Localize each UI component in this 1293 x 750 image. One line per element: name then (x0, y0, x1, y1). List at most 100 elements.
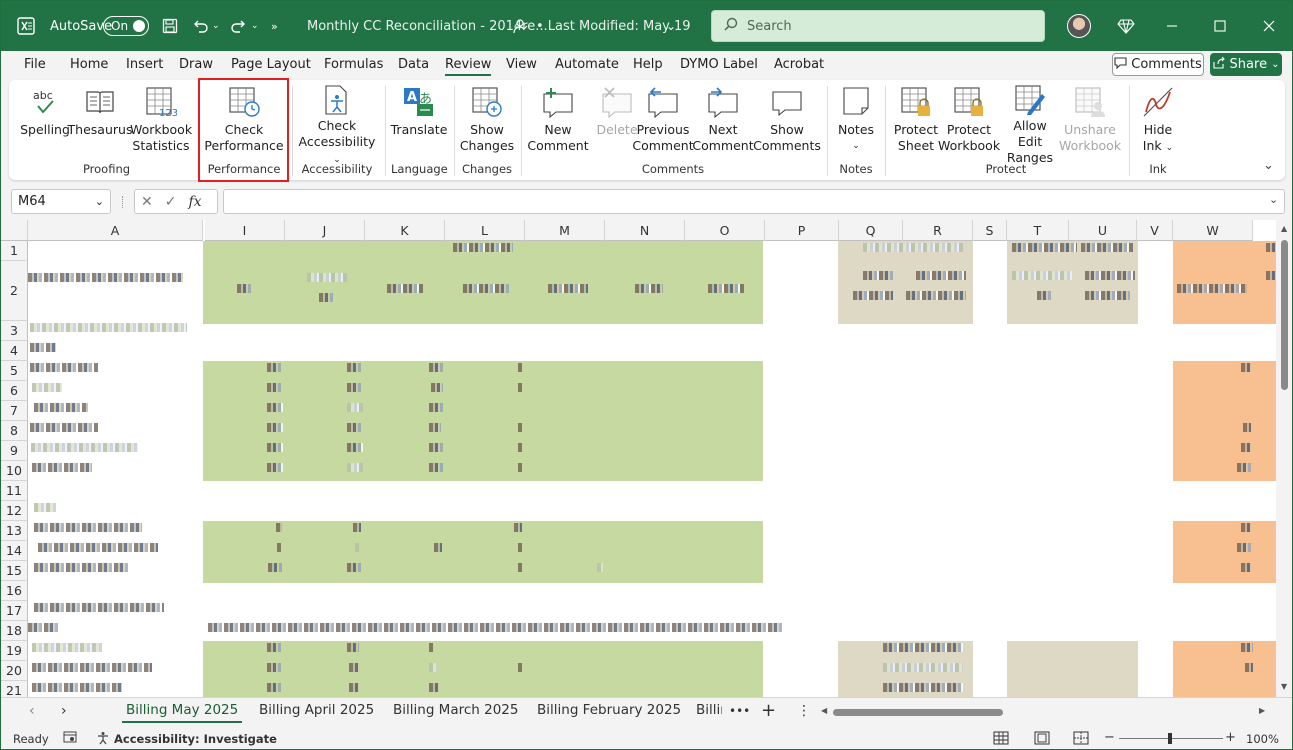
column-header-w[interactable]: W (1173, 220, 1253, 241)
sheet-tab-billing-february-2025[interactable]: Billing February 2025 (537, 702, 681, 718)
maximize-icon[interactable] (1214, 1, 1226, 51)
allow-edit-ranges-button[interactable]: Allow Edit Ranges (1000, 84, 1060, 165)
hide-ink-button[interactable]: Hide Ink ⌄ (1137, 84, 1179, 158)
zoom-in-icon[interactable]: + (1225, 730, 1236, 745)
menu-file[interactable]: File (24, 57, 46, 72)
row-header-9[interactable]: 9 (1, 441, 28, 461)
previous-comment-button[interactable]: Previous Comment (632, 84, 694, 158)
unshare-workbook-button[interactable]: Unshare Workbook (1059, 84, 1121, 158)
menu-automate[interactable]: Automate (555, 57, 619, 72)
row-header-4[interactable]: 4 (1, 341, 28, 361)
add-sheet-icon[interactable]: + (761, 700, 776, 721)
column-header-r[interactable]: R (903, 220, 973, 241)
chevron-down-icon[interactable]: ⌄ (852, 138, 860, 154)
spelling-button[interactable]: abc Spelling (20, 84, 70, 158)
expand-formula-icon[interactable]: ⌄ (1269, 193, 1278, 206)
row-header-1[interactable]: 1 (1, 241, 28, 261)
row-header-6[interactable]: 6 (1, 381, 28, 401)
spreadsheet-grid[interactable]: AIJKLMNOPQRSTUVW 1 2 3 4 5 6 7 8 9 10 11 12 13 14 15 16… (1, 220, 1276, 697)
document-title[interactable]: Monthly CC Reconciliation - 2014re... (307, 1, 548, 51)
translate-button[interactable]: Aあ Translate (391, 84, 447, 158)
column-header-u[interactable]: U (1069, 220, 1137, 241)
column-header-j[interactable]: J (285, 220, 365, 241)
row-header-5[interactable]: 5 (1, 361, 28, 381)
thesaurus-button[interactable]: Thesaurus (68, 84, 132, 158)
scroll-right-icon[interactable]: ▶ (1259, 706, 1265, 715)
notes-button[interactable]: Notes ⌄ (835, 84, 877, 158)
redo-icon[interactable]: ⌄ (230, 1, 259, 51)
avatar[interactable] (1067, 14, 1091, 38)
share-button[interactable]: Share ⌄ (1210, 53, 1282, 76)
customize-toolbar-icon[interactable]: » (271, 1, 278, 51)
next-comment-button[interactable]: Next Comment (692, 84, 754, 158)
row-header-18[interactable]: 18 (1, 621, 28, 641)
menu-formulas[interactable]: Formulas (324, 57, 383, 72)
sheet-tab-truncated[interactable]: Billir (696, 702, 722, 718)
column-header-v[interactable]: V (1137, 220, 1173, 241)
horizontal-scrollbar[interactable]: ◀ ▶ (821, 705, 1271, 719)
row-header-10[interactable]: 10 (1, 461, 28, 481)
fx-icon[interactable]: fx (188, 194, 201, 210)
scroll-down-icon[interactable]: ▼ (1281, 682, 1287, 691)
more-sheets-icon[interactable]: ••• (729, 704, 750, 718)
sheet-options-icon[interactable]: ⋮ (797, 703, 811, 719)
zoom-out-icon[interactable]: − (1104, 730, 1115, 745)
column-header-q[interactable]: Q (839, 220, 903, 241)
collapse-ribbon-icon[interactable]: ⌄ (1263, 158, 1274, 173)
chevron-down-icon[interactable]: ⌄ (1166, 143, 1174, 153)
zoom-slider-thumb[interactable] (1168, 733, 1172, 744)
workbook-statistics-button[interactable]: 123 Workbook Statistics (130, 84, 192, 158)
scroll-up-icon[interactable]: ▲ (1281, 224, 1287, 233)
share-dropdown-icon[interactable]: ⌄ (1271, 59, 1279, 70)
protect-sheet-button[interactable]: Protect Sheet (891, 84, 941, 158)
accessibility-status-text[interactable]: Accessibility: Investigate (114, 732, 277, 746)
row-header-17[interactable]: 17 (1, 601, 28, 621)
menu-help[interactable]: Help (633, 57, 663, 72)
minimize-icon[interactable] (1166, 1, 1178, 51)
column-header-m[interactable]: M (525, 220, 605, 241)
autosave-toggle[interactable]: On (103, 16, 149, 36)
horizontal-scroll-thumb[interactable] (833, 709, 1003, 716)
protect-workbook-button[interactable]: Protect Workbook (938, 84, 1000, 158)
menu-acrobat[interactable]: Acrobat (774, 57, 824, 72)
menu-page-layout[interactable]: Page Layout (231, 57, 311, 72)
column-header-l[interactable]: L (445, 220, 525, 241)
row-header-16[interactable]: 16 (1, 581, 28, 601)
menu-dymo-label[interactable]: DYMO Label (680, 57, 758, 72)
splitter-handle[interactable] (122, 196, 124, 208)
save-icon[interactable] (162, 1, 178, 51)
close-icon[interactable] (1263, 1, 1275, 51)
sheet-tab-billing-march-2025[interactable]: Billing March 2025 (393, 702, 518, 718)
undo-dropdown-icon[interactable]: ⌄ (212, 21, 220, 31)
new-comment-button[interactable]: New Comment (525, 84, 591, 158)
chevron-down-icon[interactable]: ⌄ (95, 195, 104, 208)
menu-review[interactable]: Review (445, 57, 492, 76)
row-header-2[interactable]: 2 (1, 261, 28, 321)
page-layout-view-icon[interactable] (1034, 731, 1050, 748)
search-box[interactable]: Search (711, 10, 1045, 42)
row-header-19[interactable]: 19 (1, 641, 28, 661)
row-header-21[interactable]: 21 (1, 681, 28, 697)
undo-icon[interactable]: ⌄ (191, 1, 220, 51)
menu-draw[interactable]: Draw (179, 57, 213, 72)
column-header-k[interactable]: K (365, 220, 445, 241)
row-header-14[interactable]: 14 (1, 541, 28, 561)
prev-sheet-icon[interactable]: ‹ (29, 703, 35, 719)
enter-icon[interactable]: ✓ (165, 194, 177, 210)
column-header-t[interactable]: T (1007, 220, 1069, 241)
menu-insert[interactable]: Insert (126, 57, 163, 72)
column-header-a[interactable]: A (28, 220, 203, 241)
column-header-n[interactable]: N (605, 220, 685, 241)
macro-recording-icon[interactable] (63, 731, 77, 746)
show-comments-button[interactable]: Show Comments (753, 84, 821, 158)
zoom-level[interactable]: 100% (1246, 732, 1279, 746)
normal-view-icon[interactable] (993, 731, 1009, 748)
title-dropdown-icon[interactable]: ⌄ (666, 1, 676, 51)
scroll-left-icon[interactable]: ◀ (821, 706, 827, 715)
check-accessibility-button[interactable]: Check Accessibility ⌄ (297, 84, 377, 165)
redo-dropdown-icon[interactable]: ⌄ (251, 21, 259, 31)
column-header-s[interactable]: S (973, 220, 1007, 241)
menu-home[interactable]: Home (70, 57, 108, 72)
next-sheet-icon[interactable]: › (61, 703, 67, 719)
row-header-11[interactable]: 11 (1, 481, 28, 501)
